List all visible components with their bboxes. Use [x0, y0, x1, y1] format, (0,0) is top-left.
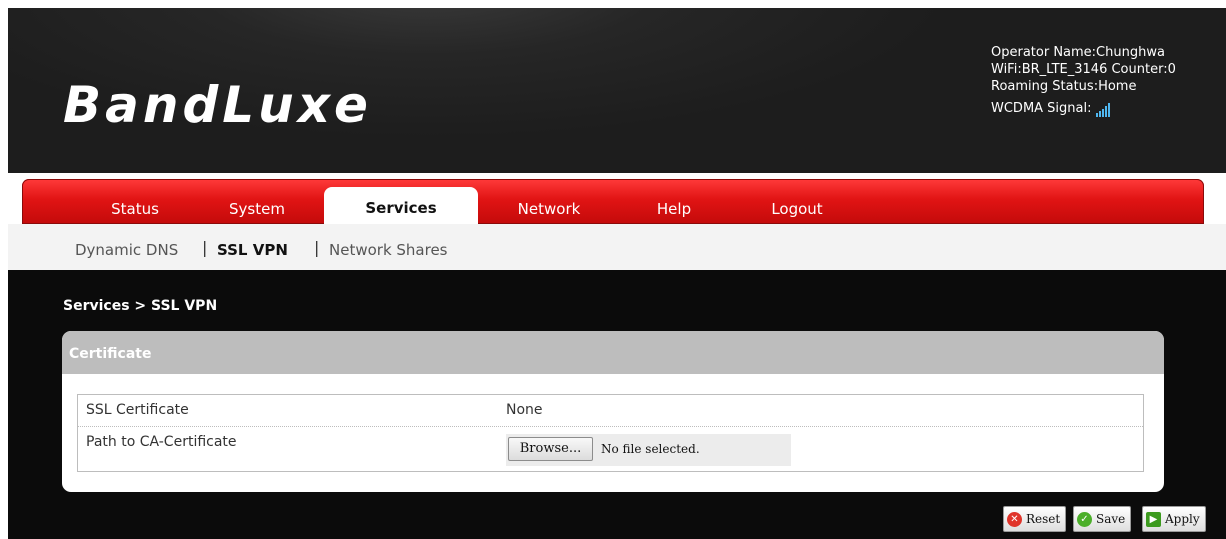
tab-status[interactable]: Status [80, 189, 190, 224]
file-status: No file selected. [601, 442, 700, 456]
subnav-network-shares[interactable]: Network Shares [329, 241, 448, 259]
subnav-dynamic-dns[interactable]: Dynamic DNS [75, 241, 178, 259]
operator-name: Operator Name:Chunghwa [991, 45, 1165, 60]
tab-logout[interactable]: Logout [752, 189, 842, 224]
reset-label: Reset [1026, 512, 1061, 526]
apply-arrow-icon: ▶ [1146, 511, 1161, 527]
table-row: SSL Certificate None [78, 395, 1143, 427]
signal-label: WCDMA Signal: [991, 101, 1092, 116]
save-check-icon: ✓ [1077, 511, 1092, 527]
subnav-ssl-vpn[interactable]: SSL VPN [217, 241, 288, 259]
subnav-separator: | [314, 238, 320, 257]
ca-certificate-file-input[interactable]: Browse... No file selected. [506, 434, 791, 466]
save-button[interactable]: ✓ Save [1073, 506, 1132, 532]
panel-title: Certificate [62, 331, 1164, 374]
reset-icon: ✕ [1007, 511, 1022, 527]
status-info: Operator Name:Chunghwa WiFi:BR_LTE_3146 … [991, 44, 1226, 117]
apply-label: Apply [1165, 512, 1200, 526]
tab-system[interactable]: System [202, 189, 312, 224]
main-nav: Status System Services Network Help Logo… [22, 179, 1204, 224]
bandluxe-logo: BandLuxe [63, 76, 372, 134]
wifi-counter: WiFi:BR_LTE_3146 Counter:0 [991, 62, 1176, 77]
reset-button[interactable]: ✕ Reset [1003, 506, 1067, 532]
roaming-status: Roaming Status:Home [991, 79, 1137, 94]
content-area: Services > SSL VPN Certificate SSL Certi… [8, 270, 1226, 539]
table-row: Path to CA-Certificate Browse... No file… [78, 427, 1143, 466]
ssl-certificate-label: SSL Certificate [86, 402, 189, 418]
tab-services[interactable]: Services [324, 187, 478, 224]
certificate-panel: Certificate SSL Certificate None Path to… [62, 331, 1164, 492]
certificate-table: SSL Certificate None Path to CA-Certific… [77, 394, 1144, 472]
ssl-certificate-value: None [506, 402, 543, 418]
apply-button[interactable]: ▶ Apply [1142, 506, 1206, 532]
tab-help[interactable]: Help [634, 189, 714, 224]
breadcrumb: Services > SSL VPN [63, 298, 218, 314]
header: BandLuxe Operator Name:Chunghwa WiFi:BR_… [8, 8, 1226, 173]
subnav-separator: | [202, 238, 208, 257]
tab-network[interactable]: Network [494, 189, 604, 224]
signal-strength-icon [1095, 103, 1110, 117]
ca-certificate-label: Path to CA-Certificate [86, 434, 237, 450]
save-label: Save [1096, 512, 1126, 526]
sub-nav: Dynamic DNS | SSL VPN | Network Shares [8, 224, 1226, 270]
browse-button[interactable]: Browse... [508, 437, 593, 461]
